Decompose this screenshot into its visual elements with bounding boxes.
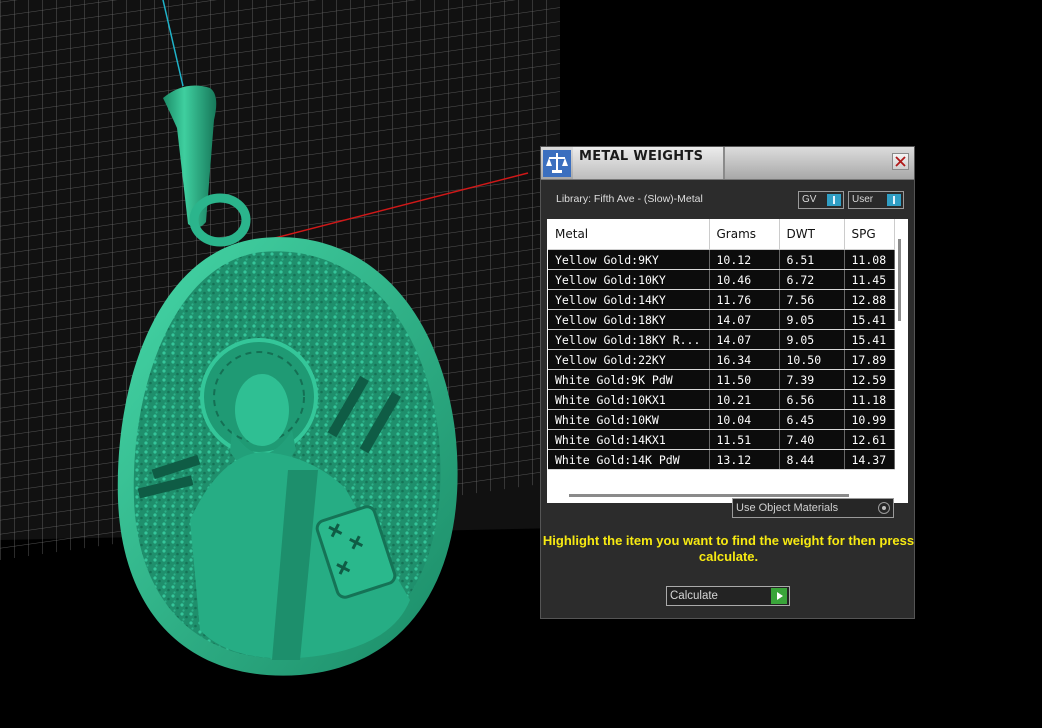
cell-spg: 10.99 [844, 409, 895, 430]
cell-metal: Yellow Gold:10KY [548, 269, 710, 290]
cell-grams: 10.04 [709, 409, 780, 430]
cell-dwt: 6.72 [779, 269, 845, 290]
user-toggle-label: User [852, 194, 874, 205]
cell-dwt: 9.05 [779, 309, 845, 330]
table-row[interactable]: White Gold:9K PdW 11.50 7.39 12.59 [548, 369, 895, 390]
cell-grams: 10.12 [709, 249, 780, 270]
cell-grams: 10.21 [709, 389, 780, 410]
cell-grams: 13.12 [709, 449, 780, 470]
gv-toggle-label: GV [802, 194, 817, 205]
table-row[interactable]: White Gold:14KX1 11.51 7.40 12.61 [548, 429, 895, 450]
metal-weights-panel: METAL WEIGHTS Library: Fifth Ave - (Slow… [540, 146, 915, 619]
table-row[interactable]: Yellow Gold:9KY 10.12 6.51 11.08 [548, 249, 895, 270]
column-header-grams[interactable]: Grams [709, 219, 780, 250]
cell-spg: 11.18 [844, 389, 895, 410]
calculate-label: Calculate [670, 590, 718, 602]
cell-spg: 11.45 [844, 269, 895, 290]
cell-dwt: 8.44 [779, 449, 845, 470]
column-header-dwt[interactable]: DWT [779, 219, 845, 250]
cell-metal: Yellow Gold:22KY [548, 349, 710, 370]
cell-spg: 12.61 [844, 429, 895, 450]
table-row[interactable]: White Gold:14K PdW 13.12 8.44 14.37 [548, 449, 895, 470]
table-row[interactable]: Yellow Gold:22KY 16.34 10.50 17.89 [548, 349, 895, 370]
gv-toggle[interactable]: GV [798, 191, 844, 209]
column-header-metal[interactable]: Metal [548, 219, 710, 250]
cell-grams: 11.76 [709, 289, 780, 310]
table-row[interactable]: White Gold:10KW 10.04 6.45 10.99 [548, 409, 895, 430]
vertical-scrollbar[interactable] [898, 239, 901, 321]
cell-spg: 11.08 [844, 249, 895, 270]
close-icon [895, 156, 906, 167]
gv-toggle-knob [827, 194, 841, 206]
cell-spg: 12.88 [844, 289, 895, 310]
table-header-row: Metal Grams DWT SPG [548, 219, 895, 250]
cell-spg: 15.41 [844, 309, 895, 330]
cell-metal: White Gold:9K PdW [548, 369, 710, 390]
cell-grams: 11.50 [709, 369, 780, 390]
cell-spg: 15.41 [844, 329, 895, 350]
column-header-spg[interactable]: SPG [844, 219, 895, 250]
cell-dwt: 7.40 [779, 429, 845, 450]
library-label: Library: Fifth Ave - (Slow)-Metal [556, 193, 703, 205]
user-toggle-knob [887, 194, 901, 206]
cell-grams: 14.07 [709, 309, 780, 330]
table-row[interactable]: Yellow Gold:18KY R... 14.07 9.05 15.41 [548, 329, 895, 350]
cell-metal: White Gold:10KX1 [548, 389, 710, 410]
cell-spg: 17.89 [844, 349, 895, 370]
close-button[interactable] [892, 153, 909, 170]
cell-metal: White Gold:14KX1 [548, 429, 710, 450]
use-object-materials-option[interactable]: Use Object Materials [732, 498, 894, 518]
table-row[interactable]: White Gold:10KX1 10.21 6.56 11.18 [548, 389, 895, 410]
table-row[interactable]: Yellow Gold:14KY 11.76 7.56 12.88 [548, 289, 895, 310]
cell-grams: 16.34 [709, 349, 780, 370]
cell-metal: White Gold:14K PdW [548, 449, 710, 470]
cell-metal: Yellow Gold:18KY [548, 309, 710, 330]
cell-dwt: 6.56 [779, 389, 845, 410]
cell-metal: White Gold:10KW [548, 409, 710, 430]
cell-spg: 14.37 [844, 449, 895, 470]
scale-icon [543, 150, 571, 177]
table-row[interactable]: Yellow Gold:10KY 10.46 6.72 11.45 [548, 269, 895, 290]
user-toggle[interactable]: User [848, 191, 904, 209]
cell-dwt: 7.39 [779, 369, 845, 390]
horizontal-scrollbar[interactable] [569, 494, 849, 497]
cell-metal: Yellow Gold:14KY [548, 289, 710, 310]
cell-metal: Yellow Gold:9KY [548, 249, 710, 270]
instruction-text: Highlight the item you want to find the … [542, 533, 915, 564]
cell-dwt: 9.05 [779, 329, 845, 350]
cell-spg: 12.59 [844, 369, 895, 390]
panel-titlebar[interactable]: METAL WEIGHTS [541, 147, 914, 180]
cell-dwt: 6.51 [779, 249, 845, 270]
play-icon [771, 588, 787, 604]
radio-icon[interactable] [878, 502, 890, 514]
cell-grams: 11.51 [709, 429, 780, 450]
calculate-button[interactable]: Calculate [666, 586, 790, 606]
use-object-materials-label: Use Object Materials [736, 502, 839, 514]
cell-metal: Yellow Gold:18KY R... [548, 329, 710, 350]
metal-table[interactable]: Metal Grams DWT SPG Yellow Gold:9KY 10.12… [547, 219, 908, 489]
cell-grams: 10.46 [709, 269, 780, 290]
cell-dwt: 10.50 [779, 349, 845, 370]
table-row[interactable]: Yellow Gold:18KY 14.07 9.05 15.41 [548, 309, 895, 330]
cell-dwt: 7.56 [779, 289, 845, 310]
cell-dwt: 6.45 [779, 409, 845, 430]
cell-grams: 14.07 [709, 329, 780, 350]
panel-title: METAL WEIGHTS [579, 149, 704, 164]
